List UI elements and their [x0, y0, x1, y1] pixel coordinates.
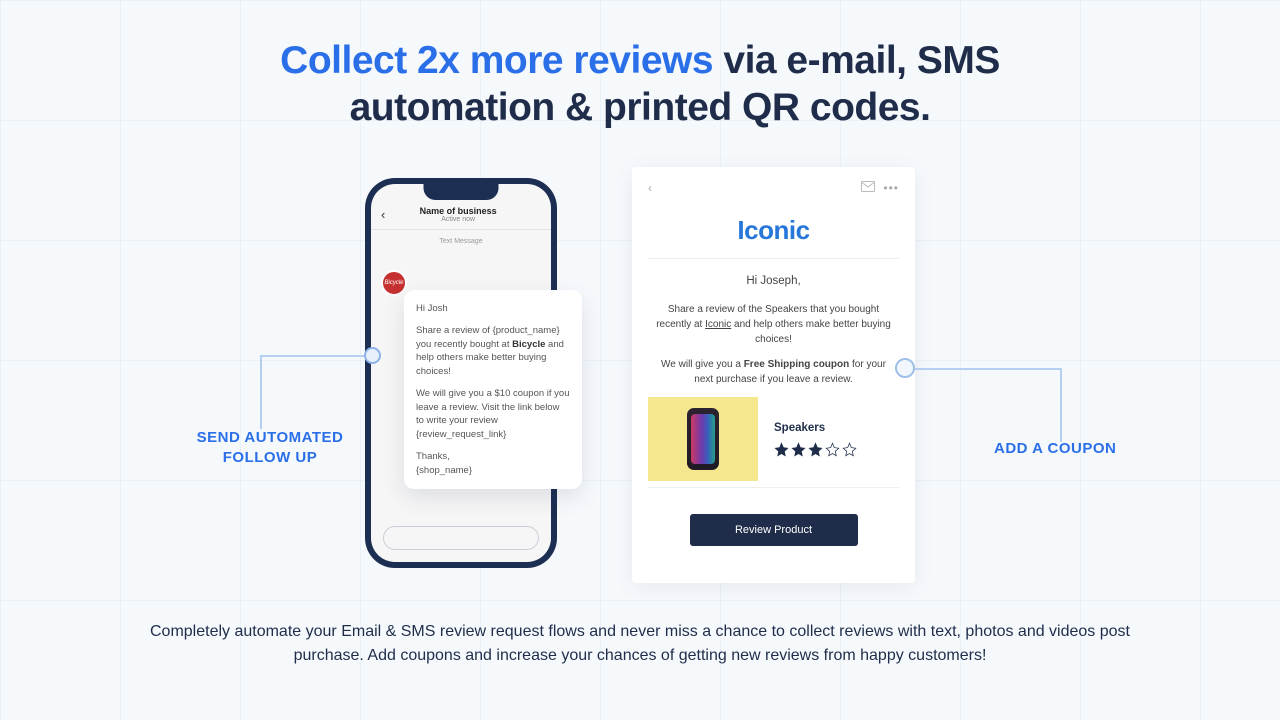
phone-text-input [383, 526, 539, 550]
email-line-1: Share a review of the Speakers that you … [652, 302, 895, 347]
email-toolbar: ‹ ••• [648, 181, 899, 199]
connector-line-left [260, 355, 380, 429]
phone-title: Name of business [393, 206, 523, 216]
connector-dot-right [895, 358, 915, 378]
page-headline: Collect 2x more reviews via e-mail, SMS … [190, 38, 1090, 132]
avatar-badge: Bicycle [381, 270, 407, 296]
star-rating [774, 442, 899, 457]
product-name: Speakers [774, 422, 899, 434]
product-info: Speakers [774, 422, 899, 457]
speaker-graphic [687, 408, 719, 470]
sms-body-1: Share a review of {product_name} you rec… [416, 324, 570, 379]
mail-icon [861, 181, 875, 195]
back-icon: ‹ [648, 181, 652, 195]
product-image [648, 397, 758, 481]
email-brand: Iconic [648, 199, 899, 258]
back-icon: ‹ [381, 207, 385, 222]
sms-greeting: Hi Josh [416, 302, 570, 316]
phone-title-wrap: Name of business Active now [393, 206, 523, 223]
email-line-2: We will give you a Free Shipping coupon … [652, 357, 895, 387]
sms-signoff: Thanks, {shop_name} [416, 450, 570, 478]
footer-text: Completely automate your Email & SMS rev… [140, 620, 1140, 668]
email-card: ‹ ••• Iconic Hi Joseph, Share a review o… [632, 167, 915, 583]
star-icon [825, 442, 840, 457]
star-icon [791, 442, 806, 457]
callout-right: ADD A COUPON [994, 440, 1116, 457]
message-type-label: Text Message [371, 230, 551, 253]
product-row: Speakers [648, 397, 899, 488]
headline-highlight: Collect 2x more reviews [280, 39, 713, 82]
star-icon [808, 442, 823, 457]
review-product-button[interactable]: Review Product [690, 514, 858, 546]
phone-subtitle: Active now [393, 216, 523, 223]
connector-line-right [910, 368, 1062, 442]
email-body: Hi Joseph, Share a review of the Speaker… [648, 259, 899, 387]
sms-body-2: We will give you a $10 coupon if you lea… [416, 387, 570, 442]
more-icon: ••• [883, 181, 899, 195]
callout-left: SEND AUTOMATED FOLLOW UP [180, 428, 360, 467]
star-icon [774, 442, 789, 457]
email-greeting: Hi Joseph, [652, 273, 895, 290]
phone-notch [424, 184, 499, 200]
connector-dot-left [364, 347, 381, 364]
star-icon [842, 442, 857, 457]
sms-bubble: Hi Josh Share a review of {product_name}… [404, 290, 582, 489]
